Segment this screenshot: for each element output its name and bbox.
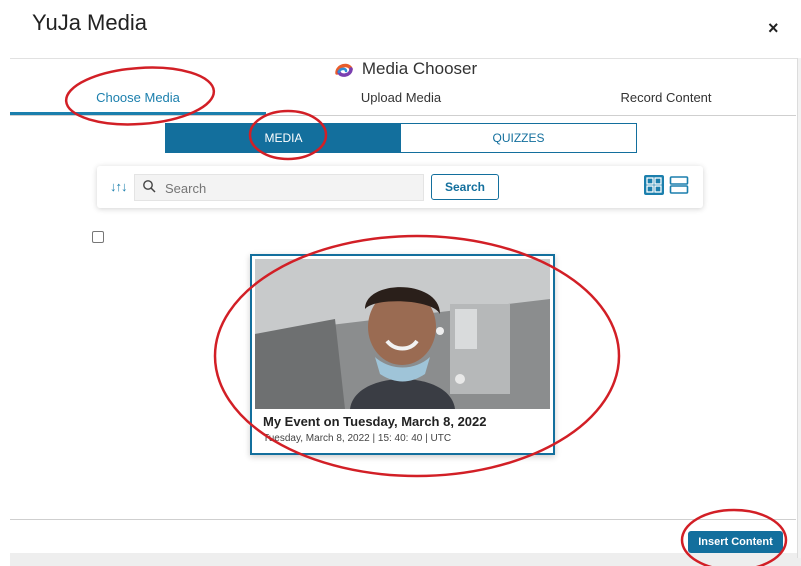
footer-divider xyxy=(10,519,796,520)
sort-icon[interactable]: ↓↑↓ xyxy=(110,179,127,194)
insert-content-button[interactable]: Insert Content xyxy=(688,531,783,553)
media-chooser-title: Media Chooser xyxy=(361,59,478,78)
tab-choose-media[interactable]: Choose Media xyxy=(10,87,266,115)
search-toolbar: ↓↑↓ Search xyxy=(97,166,703,208)
tab-record-content[interactable]: Record Content xyxy=(536,87,796,115)
search-button[interactable]: Search xyxy=(431,174,499,200)
grid-view-icon[interactable] xyxy=(643,174,665,196)
media-chooser-header: Media Chooser xyxy=(10,59,801,81)
media-title: My Event on Tuesday, March 8, 2022 xyxy=(263,414,487,429)
search-field xyxy=(134,174,424,201)
close-icon[interactable]: × xyxy=(768,18,779,39)
tab-upload-media[interactable]: Upload Media xyxy=(266,87,536,115)
chooser-tabs: Choose Media Upload Media Record Content xyxy=(10,87,796,116)
frame-bottom-bar xyxy=(10,553,801,566)
dialog-title: YuJa Media xyxy=(32,10,147,35)
search-input[interactable] xyxy=(163,178,417,198)
quizzes-toggle-button[interactable]: QUIZZES xyxy=(401,124,636,152)
list-view-icon[interactable] xyxy=(669,174,689,196)
video-thumbnail xyxy=(255,259,550,409)
search-icon xyxy=(143,180,156,193)
media-date: Tuesday, March 8, 2022 | 15: 40: 40 | UT… xyxy=(263,433,452,444)
media-card[interactable]: My Event on Tuesday, March 8, 2022 Tuesd… xyxy=(250,254,555,455)
select-all-checkbox[interactable] xyxy=(92,231,104,243)
media-chooser-logo xyxy=(335,63,353,77)
media-chooser-frame: Media Chooser Choose Media Upload Media … xyxy=(10,58,801,554)
scrollbar[interactable] xyxy=(797,58,801,558)
content-type-toggle: MEDIA QUIZZES xyxy=(165,123,637,153)
media-toggle-button[interactable]: MEDIA xyxy=(166,124,401,152)
